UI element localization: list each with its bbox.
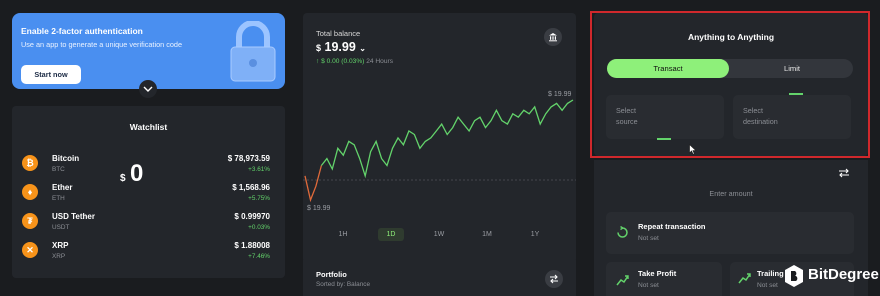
bitdegree-watermark: BitDegree (808, 266, 879, 283)
coin-price: $ 78,973.59 (227, 154, 270, 163)
coin-change: +0.03% (248, 224, 270, 231)
amount-input[interactable]: 0 (130, 160, 143, 188)
repeat-status: Not set (638, 235, 659, 242)
balance-change: ↑ $ 0.00 (0.03%) 24 Hours (316, 58, 393, 65)
range-1m-button[interactable]: 1M (474, 228, 500, 241)
trailing-title: Trailing (757, 269, 784, 278)
coin-symbol: XRP (52, 253, 66, 260)
bitdegree-logo (783, 264, 805, 293)
bitcoin-icon: ₿ (22, 155, 38, 171)
take-profit-title: Take Profit (638, 269, 677, 278)
coin-symbol: USDT (52, 224, 70, 231)
start-now-button[interactable]: Start now (21, 65, 81, 84)
ether-icon: ♦ (22, 184, 38, 200)
amount-label: Enter amount (709, 189, 753, 198)
coin-price: $ 1,568.96 (232, 183, 270, 192)
trailing-status: Not set (757, 282, 778, 289)
coin-name: Ether (52, 183, 73, 192)
balance-change-period: 24 Hours (366, 58, 393, 65)
range-1d-button[interactable]: 1D (378, 228, 404, 241)
coin-name: USD Tether (52, 212, 95, 221)
bank-button[interactable] (544, 28, 562, 46)
range-1h-button[interactable]: 1H (330, 228, 356, 241)
balance-value[interactable]: $ 19.99 ⌄ (316, 40, 366, 54)
coin-name: Bitcoin (52, 154, 80, 163)
chart-series-down (304, 165, 323, 203)
trailing-icon (738, 271, 751, 289)
balance-label: Total balance (316, 29, 361, 38)
coin-price: $ 0.99970 (234, 212, 270, 221)
chevron-down-icon (143, 86, 153, 92)
balance-currency: $ (316, 43, 322, 53)
range-1w-button[interactable]: 1W (426, 228, 452, 241)
two-factor-banner: Enable 2-factor authentication Use an ap… (12, 13, 285, 89)
highlight-box (590, 11, 870, 158)
coin-symbol: ETH (52, 195, 65, 202)
watchlist-panel: Watchlist ₿ Bitcoin BTC $ 78,973.59 +3.6… (12, 106, 285, 278)
balance-amount: 19.99 (324, 40, 356, 54)
coin-change: +5.75% (248, 195, 270, 202)
portfolio-panel: Portfolio Sorted by: Balance (303, 260, 576, 296)
watchlist-row[interactable]: ₮ USD Tether USDT $ 0.99970 +0.03% (20, 212, 278, 238)
coin-symbol: BTC (52, 166, 65, 173)
coin-change: +3.61% (248, 166, 270, 173)
banner-text: Use an app to generate a unique verifica… (21, 40, 183, 49)
trend-up-icon (616, 273, 629, 291)
repeat-icon (616, 225, 629, 244)
portfolio-title: Portfolio (316, 270, 347, 279)
balance-change-amount: ↑ $ 0.00 (0.03%) (316, 58, 365, 65)
coin-name: XRP (52, 241, 69, 250)
tether-icon: ₮ (22, 213, 38, 229)
coin-price: $ 1.88008 (234, 241, 270, 250)
amount-currency: $ (120, 173, 126, 184)
chart-high-label: $ 19.99 (548, 91, 571, 98)
swap-currency-icon[interactable] (838, 166, 850, 184)
take-profit-card[interactable]: Take Profit Not set (606, 262, 722, 296)
chart-series-up (320, 99, 574, 179)
repeat-title: Repeat transaction (638, 222, 706, 231)
take-profit-status: Not set (638, 282, 659, 289)
collapse-banner-button[interactable] (139, 80, 157, 98)
portfolio-swap-button[interactable] (545, 270, 563, 288)
banner-title: Enable 2-factor authentication (21, 26, 143, 36)
mouse-cursor-icon (689, 142, 697, 160)
chevron-down-icon: ⌄ (359, 44, 366, 53)
bank-icon (549, 33, 557, 42)
watchlist-row[interactable]: ♦ Ether ETH $ 1,568.96 +5.75% (20, 183, 278, 209)
portfolio-sort[interactable]: Sorted by: Balance (316, 281, 370, 288)
repeat-transaction-card[interactable]: Repeat transaction Not set (606, 212, 854, 254)
watchlist-row[interactable]: ₿ Bitcoin BTC $ 78,973.59 +3.61% (20, 154, 278, 180)
xrp-icon: ✕ (22, 242, 38, 258)
range-1y-button[interactable]: 1Y (522, 228, 548, 241)
watchlist-title: Watchlist (129, 122, 168, 132)
coin-change: +7.46% (248, 253, 270, 260)
padlock-icon (225, 20, 281, 88)
balance-panel: Total balance $ 19.99 ⌄ ↑ $ 0.00 (0.03%)… (303, 13, 576, 263)
balance-line-chart: $ 19.99 $ 19.99 (303, 91, 576, 212)
chart-low-label: $ 19.99 (307, 205, 330, 212)
watchlist-row[interactable]: ✕ XRP XRP $ 1.88008 +7.46% (20, 241, 278, 267)
swap-icon (550, 274, 558, 284)
